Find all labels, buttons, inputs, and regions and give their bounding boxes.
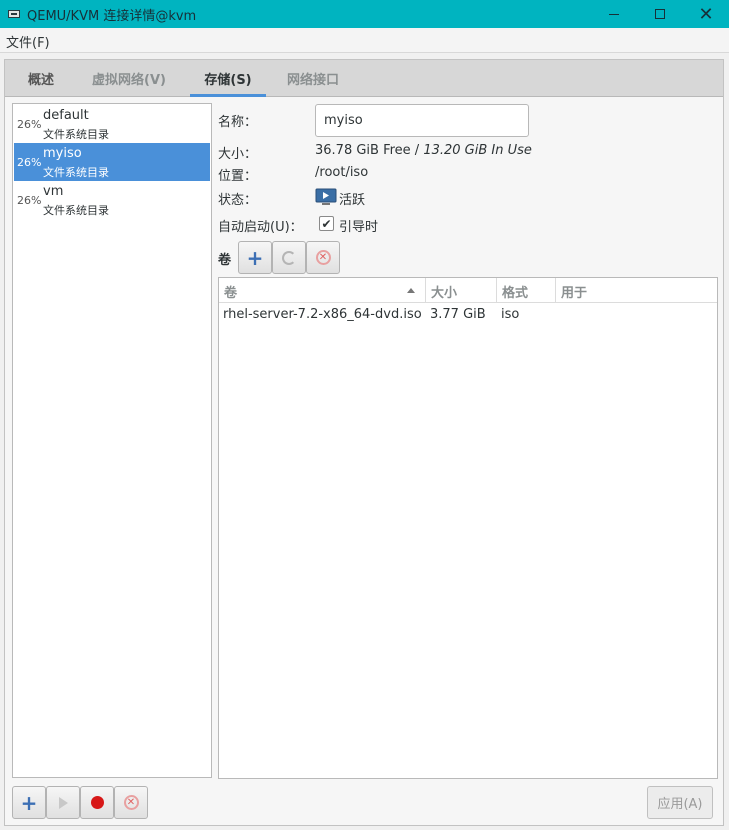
pool-type: 文件系统目录: [43, 204, 109, 217]
pool-name-input[interactable]: [315, 104, 529, 137]
state-label: 状态：: [218, 193, 258, 208]
pool-type: 文件系统目录: [43, 166, 109, 179]
column-header-volume-label: 卷: [224, 286, 238, 301]
pool-usage-percent: 26%: [17, 194, 42, 207]
close-icon: ✕: [698, 3, 714, 25]
pool-type: 文件系统目录: [43, 128, 109, 141]
checkmark-icon: ✔: [321, 216, 332, 231]
refresh-icon: [282, 250, 296, 265]
plus-icon: +: [246, 245, 264, 270]
size-label: 大小：: [218, 147, 258, 162]
pool-usage-percent: 26%: [17, 156, 42, 169]
play-icon: [58, 796, 68, 809]
size-separator: /: [410, 143, 424, 158]
name-label: 名称：: [218, 115, 258, 130]
app-icon: [8, 10, 20, 18]
pool-item-default[interactable]: 26% default 文件系统目录: [14, 105, 210, 143]
volume-table: 卷 大小 格式 用于 rhel-server-7.2-x86_64-dvd.is…: [218, 277, 718, 779]
refresh-volumes-button[interactable]: [272, 241, 306, 274]
delete-icon: ✕: [123, 795, 139, 810]
tab-storage[interactable]: 存储(S): [190, 60, 266, 97]
maximize-button[interactable]: [637, 0, 683, 28]
size-value: 36.78 GiB Free / 13.20 GiB In Use: [315, 143, 532, 158]
volumes-label: 卷: [218, 253, 232, 268]
size-in-use: 13.20 GiB In Use: [423, 143, 532, 158]
location-value: /root/iso: [315, 165, 369, 180]
title-bar: QEMU/KVM 连接详情@kvm ✕: [0, 0, 729, 28]
delete-volume-button[interactable]: ✕: [306, 241, 340, 274]
notebook: 概述 虚拟网络(V) 存储(S) 网络接口 26% default 文件系统目录…: [4, 59, 724, 826]
column-header-size[interactable]: 大小: [426, 278, 497, 303]
location-label: 位置：: [218, 169, 258, 184]
plus-icon: +: [20, 790, 38, 815]
column-header-format[interactable]: 格式: [497, 278, 556, 303]
tab-overview[interactable]: 概述: [15, 60, 67, 97]
pool-name: default: [43, 108, 89, 123]
volume-table-header: 卷 大小 格式 用于: [219, 278, 717, 303]
apply-button[interactable]: 应用(A): [647, 786, 713, 819]
autostart-value: 引导时: [339, 220, 379, 235]
column-header-used-by[interactable]: 用于: [556, 278, 717, 303]
stop-pool-button[interactable]: [80, 786, 114, 819]
delete-pool-button[interactable]: ✕: [114, 786, 148, 819]
start-pool-button[interactable]: [46, 786, 80, 819]
size-free: 36.78 GiB Free: [315, 143, 411, 158]
stop-icon: [90, 796, 104, 809]
volume-size-cell: 3.77 GiB: [430, 307, 486, 322]
volume-format-cell: iso: [501, 307, 520, 322]
close-button[interactable]: ✕: [683, 0, 729, 28]
minimize-icon: [609, 13, 619, 15]
column-header-volume[interactable]: 卷: [219, 278, 426, 303]
minimize-button[interactable]: [591, 0, 637, 28]
volume-name-cell: rhel-server-7.2-x86_64-dvd.iso: [223, 307, 422, 322]
autostart-label: 自动启动(U)：: [218, 220, 303, 235]
pool-name: vm: [43, 184, 64, 199]
state-value: 活跃: [339, 193, 366, 208]
add-pool-button[interactable]: +: [12, 786, 46, 819]
pool-usage-percent: 26%: [17, 118, 42, 131]
delete-icon: ✕: [315, 250, 331, 265]
menu-file[interactable]: 文件(F): [6, 32, 50, 51]
tab-virtual-networks[interactable]: 虚拟网络(V): [79, 60, 179, 97]
pool-item-myiso[interactable]: 26% myiso 文件系统目录: [14, 143, 210, 181]
tab-strip: 概述 虚拟网络(V) 存储(S) 网络接口: [5, 60, 723, 97]
autostart-checkbox[interactable]: ✔: [319, 216, 334, 231]
window-title: QEMU/KVM 连接详情@kvm: [27, 9, 197, 24]
running-state-icon: [315, 188, 337, 205]
add-volume-button[interactable]: +: [238, 241, 272, 274]
pool-item-vm[interactable]: 26% vm 文件系统目录: [14, 181, 210, 219]
tab-network-interfaces[interactable]: 网络接口: [277, 60, 349, 97]
storage-pool-list: 26% default 文件系统目录 26% myiso 文件系统目录 26% …: [12, 103, 212, 778]
maximize-icon: [655, 9, 665, 19]
sort-ascending-icon: [407, 288, 415, 293]
menu-bar: 文件(F): [0, 28, 729, 53]
pool-name: myiso: [43, 146, 82, 161]
